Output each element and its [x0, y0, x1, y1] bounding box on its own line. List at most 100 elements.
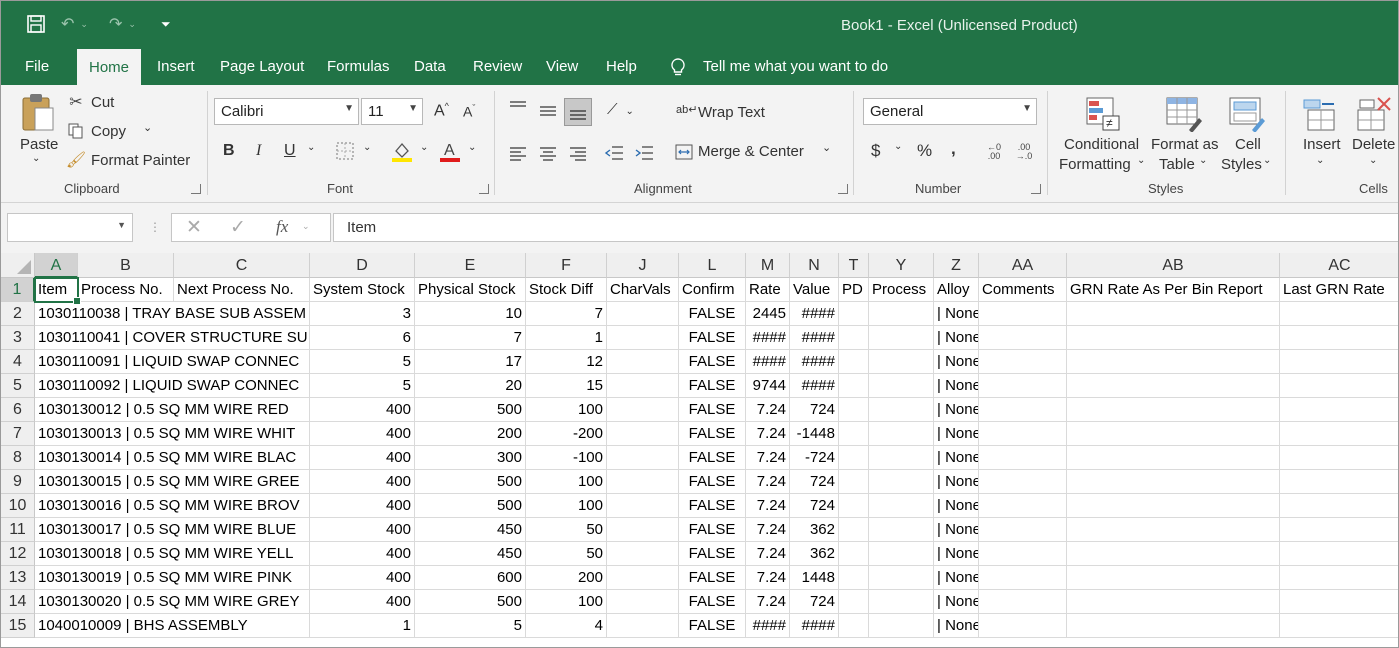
cell-l[interactable]: FALSE	[679, 614, 746, 638]
cell-a[interactable]: 1040010009 | BHS ASSEMBLY	[35, 614, 310, 638]
column-header-b[interactable]: B	[78, 253, 174, 278]
header-cell-d[interactable]: System Stock	[310, 278, 415, 302]
cell-aa[interactable]	[979, 302, 1067, 326]
fill-color-icon[interactable]	[391, 139, 413, 163]
currency-button[interactable]: $	[871, 141, 880, 161]
header-cell-j[interactable]: CharVals	[607, 278, 679, 302]
cell-a[interactable]: 1030110038 | TRAY BASE SUB ASSEM	[35, 302, 310, 326]
cell-l[interactable]: FALSE	[679, 326, 746, 350]
cell-e[interactable]: 500	[415, 470, 526, 494]
column-header-c[interactable]: C	[174, 253, 310, 278]
cell-aa[interactable]	[979, 374, 1067, 398]
cell-z[interactable]: | None	[934, 542, 979, 566]
paste-icon[interactable]	[19, 91, 57, 135]
header-cell-f[interactable]: Stock Diff	[526, 278, 607, 302]
cell-m[interactable]: 7.24	[746, 542, 790, 566]
cell-ab[interactable]	[1067, 566, 1280, 590]
cell-z[interactable]: | None	[934, 398, 979, 422]
cell-a[interactable]: 1030130014 | 0.5 SQ MM WIRE BLAC	[35, 446, 310, 470]
column-header-n[interactable]: N	[790, 253, 839, 278]
cell-n[interactable]: ####	[790, 614, 839, 638]
cell-aa[interactable]	[979, 446, 1067, 470]
cell-aa[interactable]	[979, 542, 1067, 566]
header-cell-ac[interactable]: Last GRN Rate	[1280, 278, 1398, 302]
header-cell-aa[interactable]: Comments	[979, 278, 1067, 302]
format-painter-button[interactable]: Format Painter	[91, 152, 190, 169]
cell-t[interactable]	[839, 494, 869, 518]
font-color-dropdown-icon[interactable]: ⌄	[468, 142, 476, 153]
cell-f[interactable]: 1	[526, 326, 607, 350]
cell-y[interactable]	[869, 302, 934, 326]
cell-t[interactable]	[839, 518, 869, 542]
cell-f[interactable]: 100	[526, 590, 607, 614]
cell-ac[interactable]	[1280, 614, 1398, 638]
row-header-9[interactable]: 9	[1, 470, 35, 494]
underline-dropdown-icon[interactable]: ⌄	[307, 142, 315, 153]
cell-ab[interactable]	[1067, 446, 1280, 470]
cell-f[interactable]: 50	[526, 542, 607, 566]
cell-aa[interactable]	[979, 518, 1067, 542]
shrink-font-icon[interactable]: Aˇ	[463, 103, 475, 120]
row-header-1[interactable]: 1	[1, 278, 35, 302]
borders-icon[interactable]	[335, 141, 355, 161]
tab-data[interactable]: Data	[414, 57, 446, 77]
row-header-3[interactable]: 3	[1, 326, 35, 350]
cell-d[interactable]: 400	[310, 542, 415, 566]
cell-f[interactable]: 100	[526, 494, 607, 518]
cell-d[interactable]: 5	[310, 350, 415, 374]
cell-z[interactable]: | None	[934, 446, 979, 470]
clipboard-launcher-icon[interactable]	[191, 184, 201, 194]
cell-ac[interactable]	[1280, 494, 1398, 518]
save-icon[interactable]	[27, 13, 45, 35]
copy-button[interactable]: Copy	[91, 123, 126, 140]
cell-d[interactable]: 400	[310, 590, 415, 614]
cell-n[interactable]: 362	[790, 518, 839, 542]
cell-n[interactable]: ####	[790, 374, 839, 398]
cell-m[interactable]: 7.24	[746, 566, 790, 590]
cell-j[interactable]	[607, 398, 679, 422]
row-header-7[interactable]: 7	[1, 422, 35, 446]
italic-button[interactable]: I	[256, 142, 261, 160]
cell-y[interactable]	[869, 590, 934, 614]
number-launcher-icon[interactable]	[1031, 184, 1041, 194]
cell-aa[interactable]	[979, 566, 1067, 590]
cell-t[interactable]	[839, 422, 869, 446]
cell-e[interactable]: 500	[415, 494, 526, 518]
chevron-down-icon[interactable]: ⌄	[1199, 155, 1207, 166]
more-icon[interactable]: ⋮	[149, 220, 161, 234]
tab-insert[interactable]: Insert	[157, 57, 195, 77]
cell-aa[interactable]	[979, 422, 1067, 446]
cell-aa[interactable]	[979, 614, 1067, 638]
header-cell-n[interactable]: Value	[790, 278, 839, 302]
cell-y[interactable]	[869, 446, 934, 470]
row-header-15[interactable]: 15	[1, 614, 35, 638]
cell-m[interactable]: ####	[746, 326, 790, 350]
cell-y[interactable]	[869, 518, 934, 542]
select-all-button[interactable]	[1, 253, 35, 278]
cell-n[interactable]: 724	[790, 470, 839, 494]
cell-aa[interactable]	[979, 398, 1067, 422]
formula-input[interactable]: Item	[333, 213, 1398, 242]
column-header-m[interactable]: M	[746, 253, 790, 278]
cell-t[interactable]	[839, 566, 869, 590]
cell-j[interactable]	[607, 470, 679, 494]
cell-ab[interactable]	[1067, 542, 1280, 566]
cell-aa[interactable]	[979, 326, 1067, 350]
tell-me-search[interactable]: Tell me what you want to do	[703, 57, 888, 77]
cell-ac[interactable]	[1280, 566, 1398, 590]
font-color-icon[interactable]: A	[439, 139, 461, 163]
undo-icon[interactable]: ↶ ⌄	[61, 13, 88, 35]
wrap-text-button[interactable]: Wrap Text	[698, 104, 765, 121]
cell-aa[interactable]	[979, 494, 1067, 518]
header-cell-t[interactable]: PD	[839, 278, 869, 302]
cell-f[interactable]: 12	[526, 350, 607, 374]
cell-l[interactable]: FALSE	[679, 542, 746, 566]
cell-f[interactable]: 50	[526, 518, 607, 542]
cell-l[interactable]: FALSE	[679, 398, 746, 422]
cell-d[interactable]: 400	[310, 422, 415, 446]
chevron-down-icon[interactable]: ⌄	[302, 221, 310, 232]
cell-l[interactable]: FALSE	[679, 422, 746, 446]
cell-a[interactable]: 1030130015 | 0.5 SQ MM WIRE GREE	[35, 470, 310, 494]
paste-dropdown-icon[interactable]: ⌄	[32, 153, 40, 164]
enter-icon[interactable]: ✓	[230, 216, 246, 239]
